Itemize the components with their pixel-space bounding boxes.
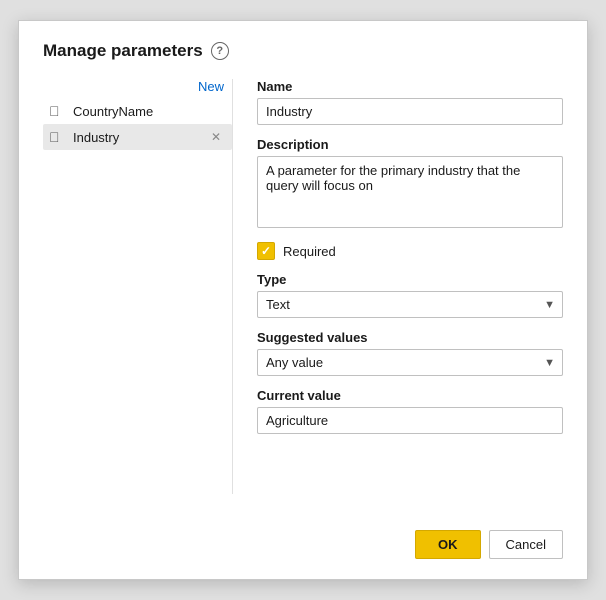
dialog-title: Manage parameters [43, 41, 203, 61]
sidebar-item-industry[interactable]:  Industry ✕ [43, 124, 232, 150]
suggested-select-wrapper: Any value List of values Query ▼ [257, 349, 563, 376]
suggested-label: Suggested values [257, 330, 563, 345]
close-icon-industry[interactable]: ✕ [208, 130, 224, 144]
required-checkbox[interactable]: ✓ [257, 242, 275, 260]
form-area: Name Description A parameter for the pri… [233, 79, 563, 494]
sidebar-header: New [43, 79, 232, 94]
description-label: Description [257, 137, 563, 152]
name-group: Name [257, 79, 563, 125]
description-textarea[interactable]: A parameter for the primary industry tha… [257, 156, 563, 228]
dialog-footer: OK Cancel [43, 518, 563, 559]
checkmark-icon: ✓ [261, 245, 271, 257]
name-input[interactable] [257, 98, 563, 125]
description-group: Description A parameter for the primary … [257, 137, 563, 228]
sidebar-label-industry: Industry [73, 130, 202, 145]
sidebar-item-countryname[interactable]:  CountryName [43, 98, 232, 124]
current-label: Current value [257, 388, 563, 403]
type-label: Type [257, 272, 563, 287]
manage-parameters-dialog: Manage parameters ? New  CountryName  … [18, 20, 588, 580]
suggested-group: Suggested values Any value List of value… [257, 330, 563, 376]
param-icon-industry:  [49, 129, 67, 145]
help-icon[interactable]: ? [211, 42, 229, 60]
required-label: Required [283, 244, 336, 259]
param-icon-countryname:  [49, 103, 67, 119]
suggested-select[interactable]: Any value List of values Query [257, 349, 563, 376]
sidebar-label-countryname: CountryName [73, 104, 224, 119]
ok-button[interactable]: OK [415, 530, 481, 559]
sidebar: New  CountryName  Industry ✕ [43, 79, 233, 494]
type-select[interactable]: Text Number Date/Time Decimal Number Log… [257, 291, 563, 318]
new-button[interactable]: New [198, 79, 224, 94]
type-select-wrapper: Text Number Date/Time Decimal Number Log… [257, 291, 563, 318]
cancel-button[interactable]: Cancel [489, 530, 563, 559]
current-group: Current value [257, 388, 563, 434]
type-group: Type Text Number Date/Time Decimal Numbe… [257, 272, 563, 318]
name-label: Name [257, 79, 563, 94]
required-row: ✓ Required [257, 242, 563, 260]
dialog-header: Manage parameters ? [43, 41, 563, 61]
current-value-input[interactable] [257, 407, 563, 434]
dialog-body: New  CountryName  Industry ✕ Name Desc… [43, 79, 563, 494]
